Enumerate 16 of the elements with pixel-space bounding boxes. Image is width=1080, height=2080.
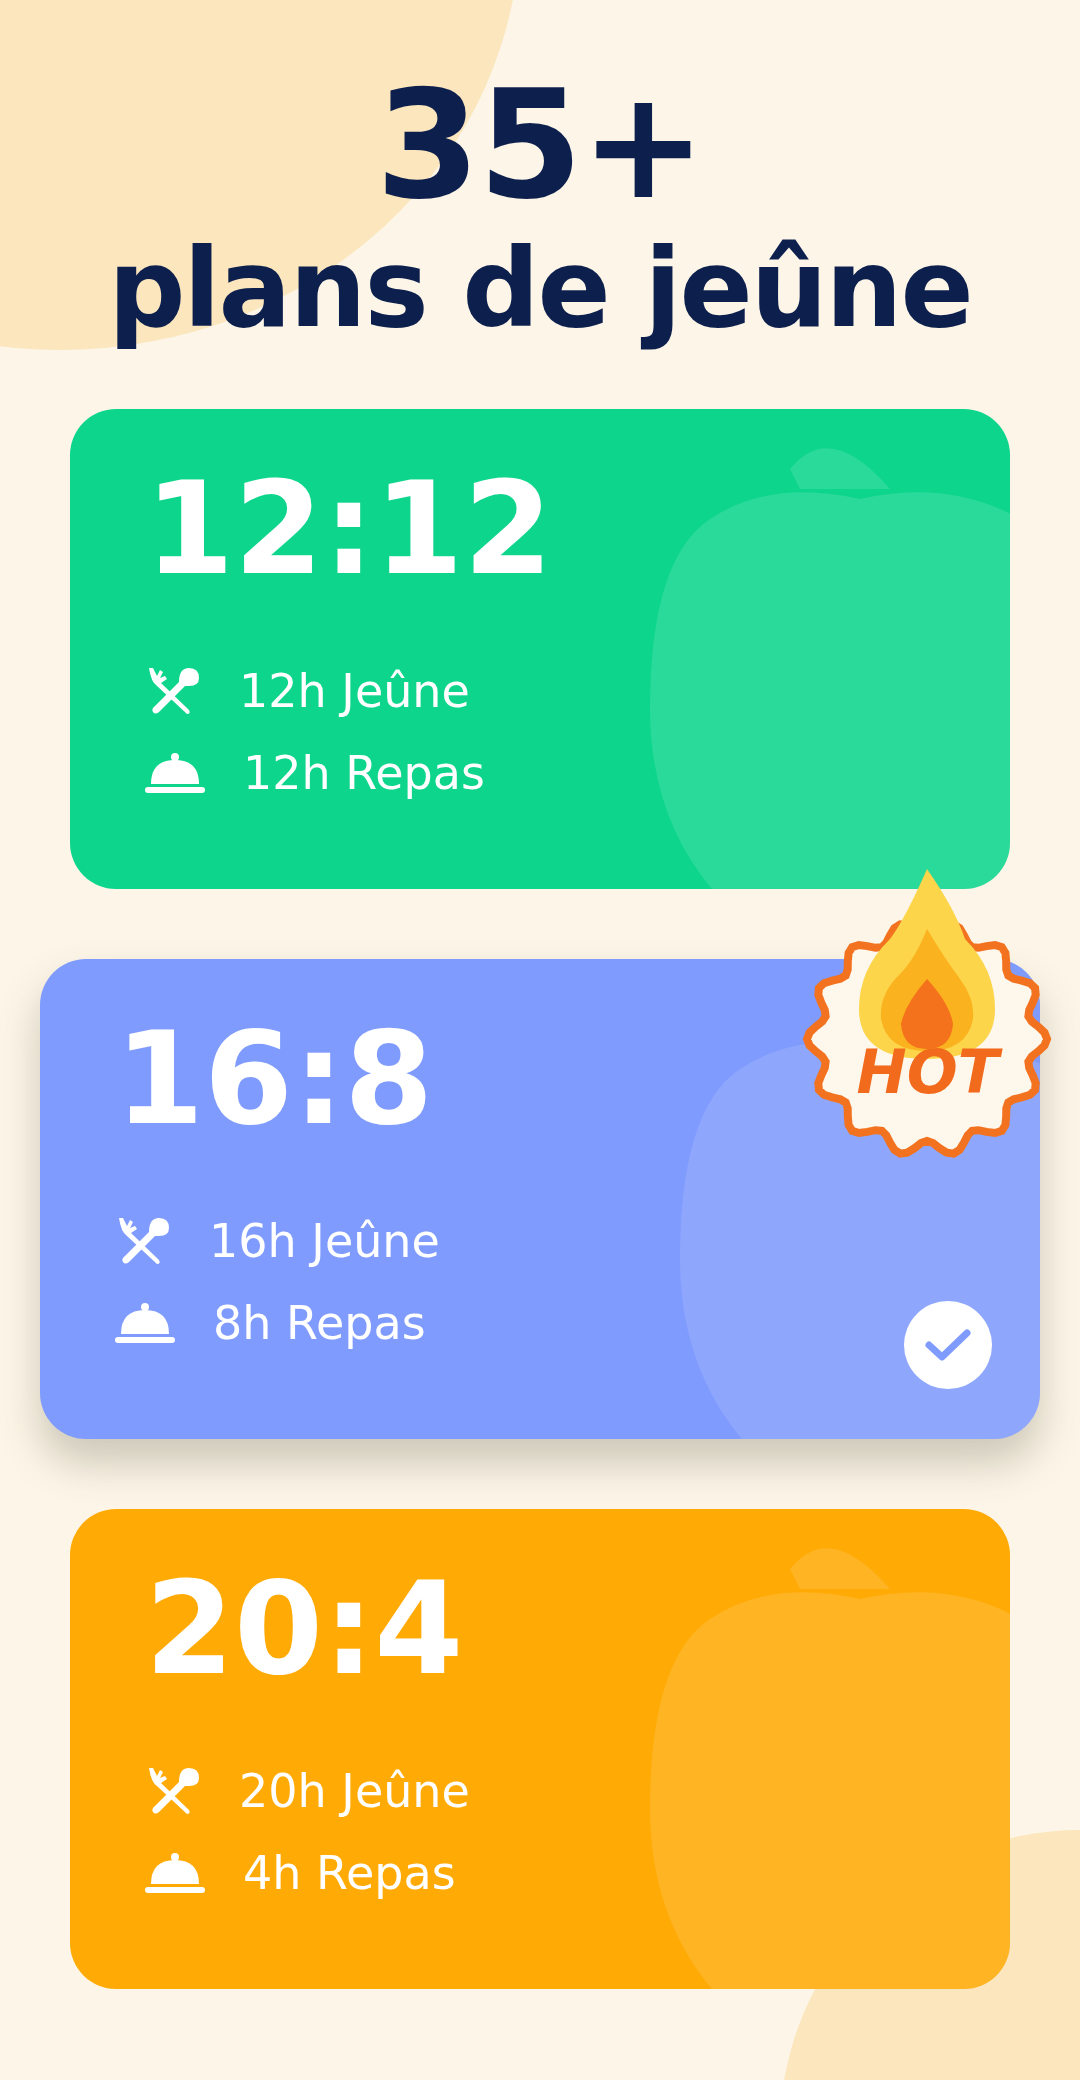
headline-number: 35+	[375, 70, 705, 220]
fasting-hours: 12h Jeûne	[239, 663, 470, 718]
fasting-hours: 16h Jeûne	[209, 1213, 440, 1268]
headline-subtitle: plans de jeûne	[108, 230, 972, 349]
plan-card[interactable]: 12:12 12h Jeûne 12h Repas	[70, 408, 1010, 889]
eating-hours: 8h Repas	[213, 1295, 426, 1350]
serving-cloche-icon	[115, 1301, 175, 1344]
eating-hours: 4h Repas	[243, 1845, 456, 1900]
plan-ratio: 16:8	[115, 1008, 434, 1150]
plan-ratio: 12:12	[145, 458, 553, 600]
plan-card[interactable]: 20:4 20h Jeûne 4h Repas	[70, 1508, 1010, 1989]
plan-ratio: 20:4	[145, 1558, 464, 1700]
serving-cloche-icon	[145, 1851, 205, 1894]
serving-cloche-icon	[145, 751, 205, 794]
fasting-hours: 20h Jeûne	[239, 1763, 470, 1818]
eating-hours: 12h Repas	[243, 745, 485, 800]
